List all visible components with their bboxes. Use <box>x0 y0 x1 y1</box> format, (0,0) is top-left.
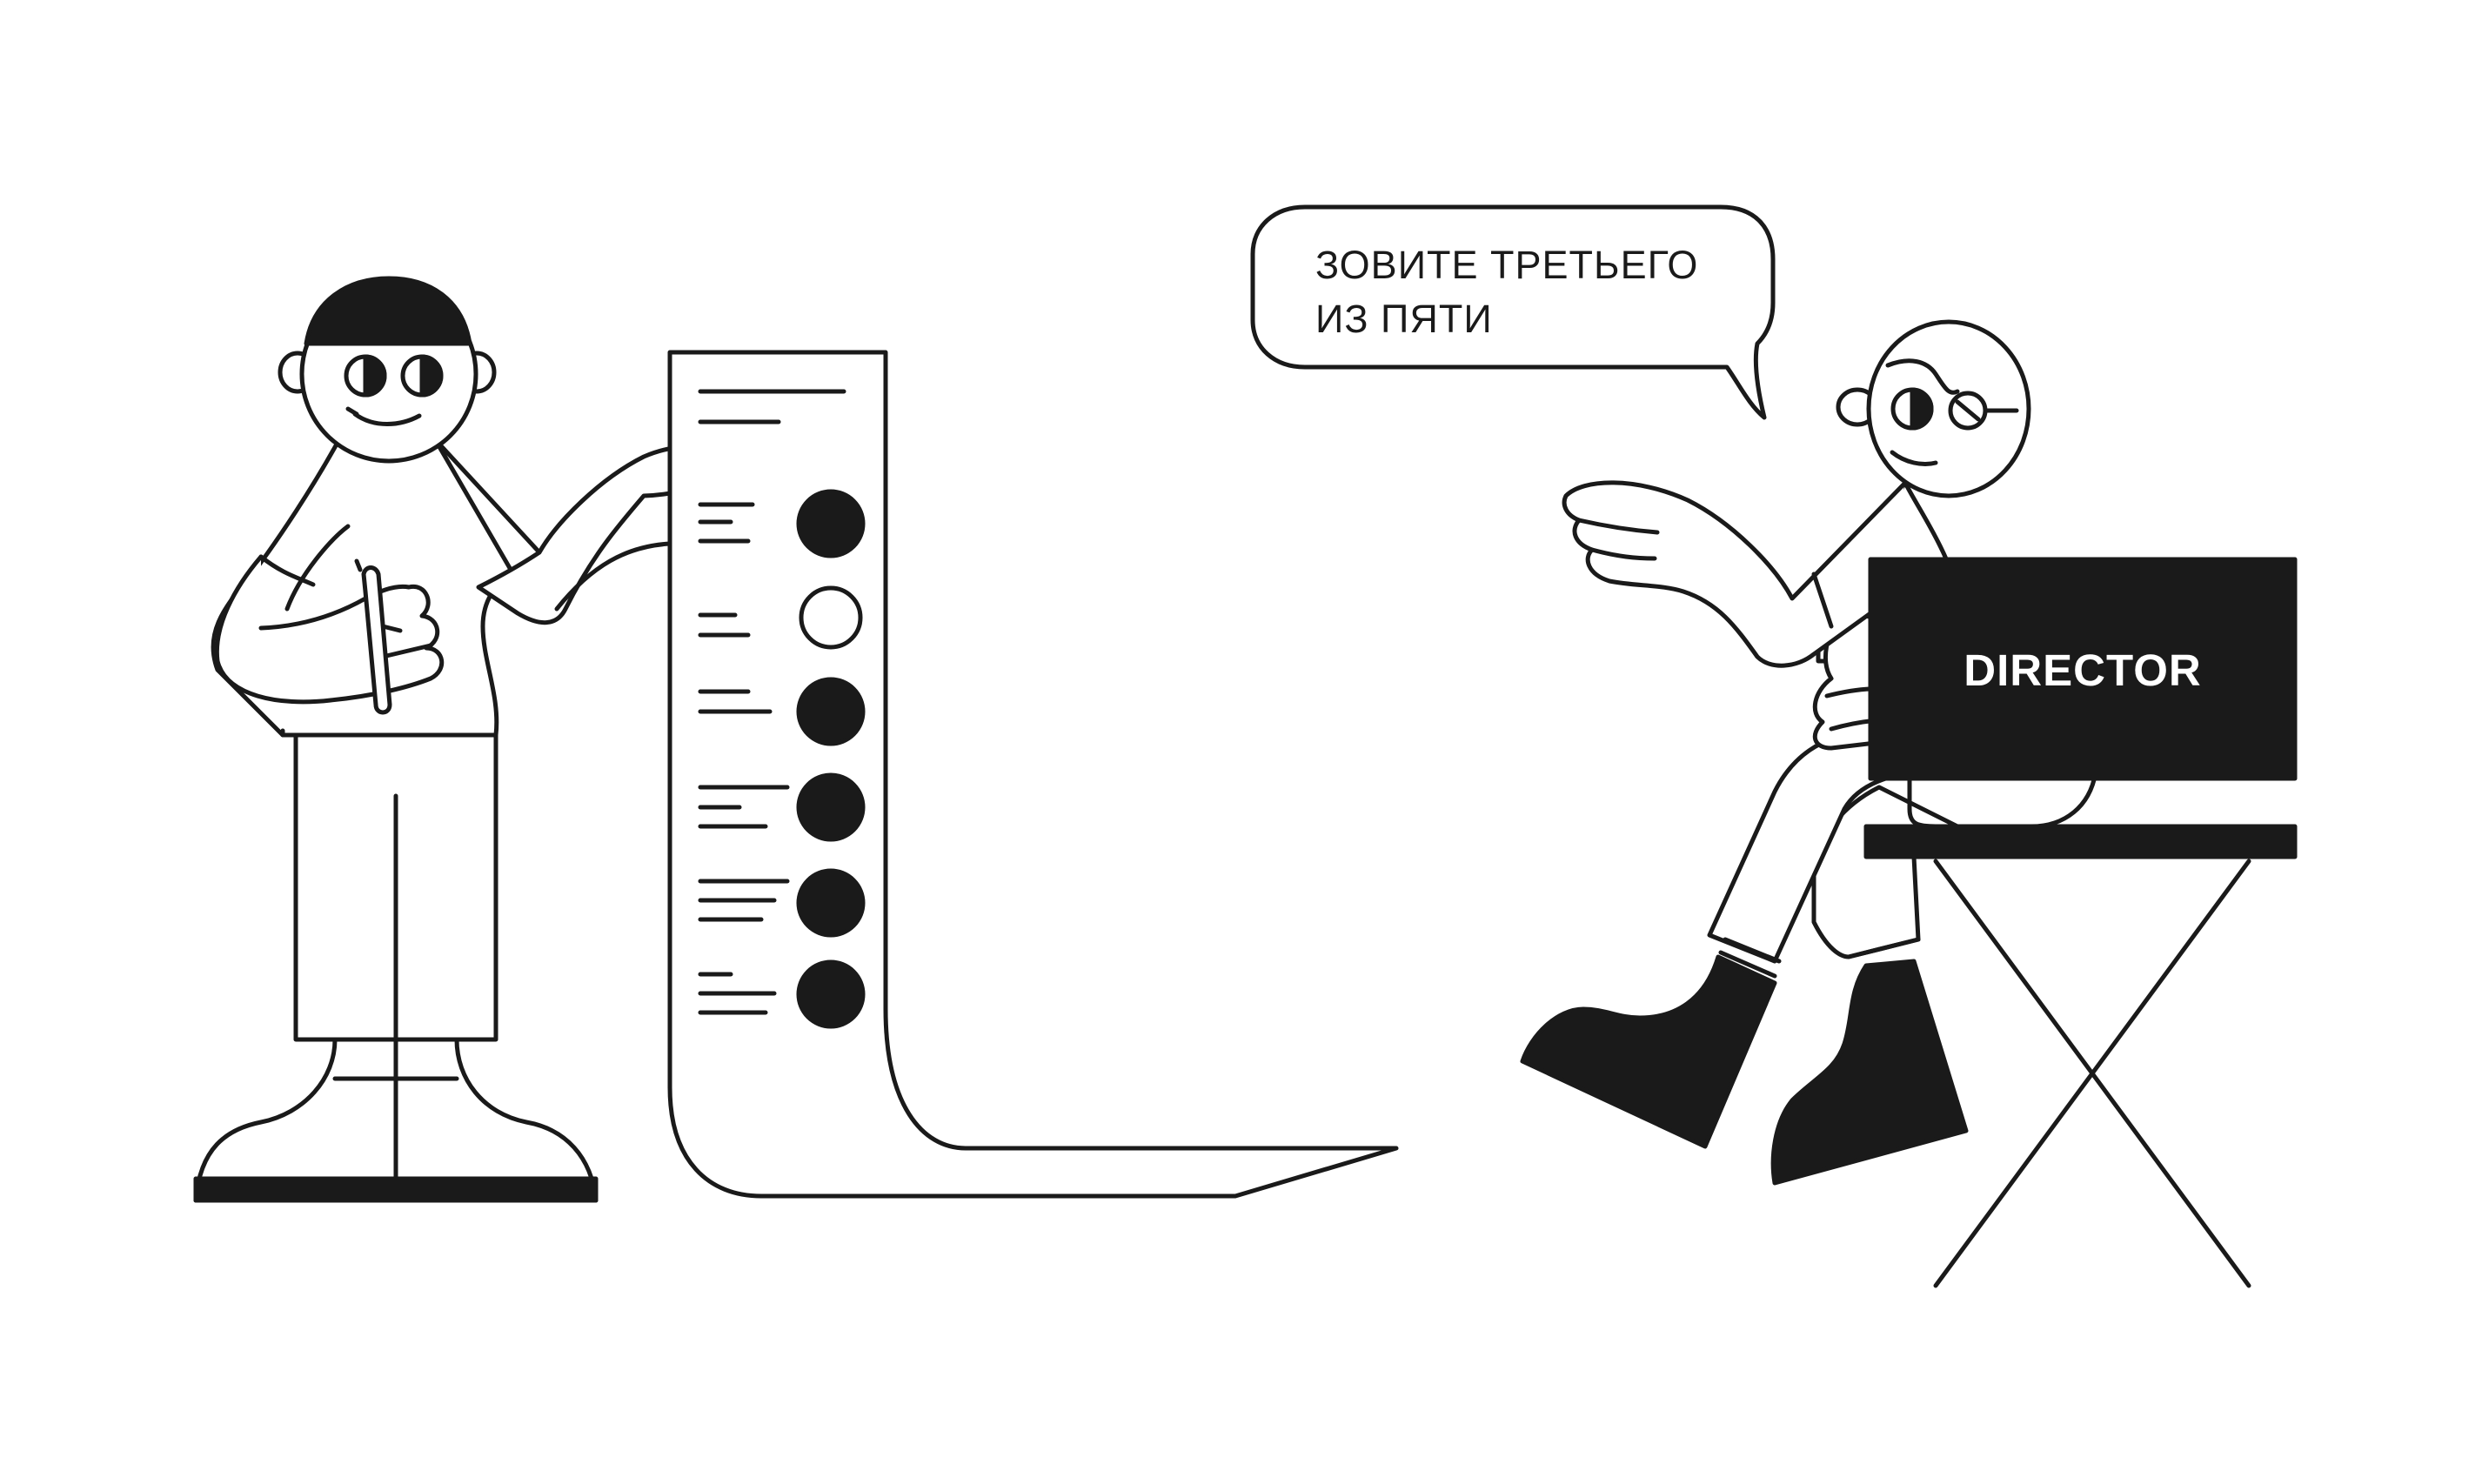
director-back-boot <box>1770 959 1969 1186</box>
speech-bubble-line-2: ИЗ ПЯТИ <box>1315 297 1493 341</box>
candidate-list-scroll <box>667 350 1399 1199</box>
assistant-cap <box>304 276 472 346</box>
assistant-right-shoe <box>393 1037 599 1203</box>
candidate-mark-empty <box>799 585 863 650</box>
director-front-boot <box>1520 954 1777 1149</box>
chair-label: DIRECTOR <box>1964 645 2201 695</box>
candidate-mark-filled <box>796 959 866 1029</box>
assistant-character <box>193 276 726 1203</box>
illustration-scene: ЗОВИТЕ ТРЕТЬЕГО ИЗ ПЯТИ DIRECTOR <box>193 204 2298 1288</box>
candidate-mark-filled <box>796 677 866 746</box>
candidate-mark-filled <box>796 489 866 558</box>
candidate-mark-filled <box>796 868 866 938</box>
candidate-mark-filled <box>796 772 866 842</box>
assistant-left-shoe <box>193 1037 398 1203</box>
chair-seat <box>1863 824 2298 859</box>
scroll-paper <box>667 350 1399 1199</box>
speech-bubble: ЗОВИТЕ ТРЕТЬЕГО ИЗ ПЯТИ <box>1250 204 1776 420</box>
speech-bubble-line-1: ЗОВИТЕ ТРЕТЬЕГО <box>1315 243 1698 287</box>
director-chair <box>1933 859 2251 1288</box>
